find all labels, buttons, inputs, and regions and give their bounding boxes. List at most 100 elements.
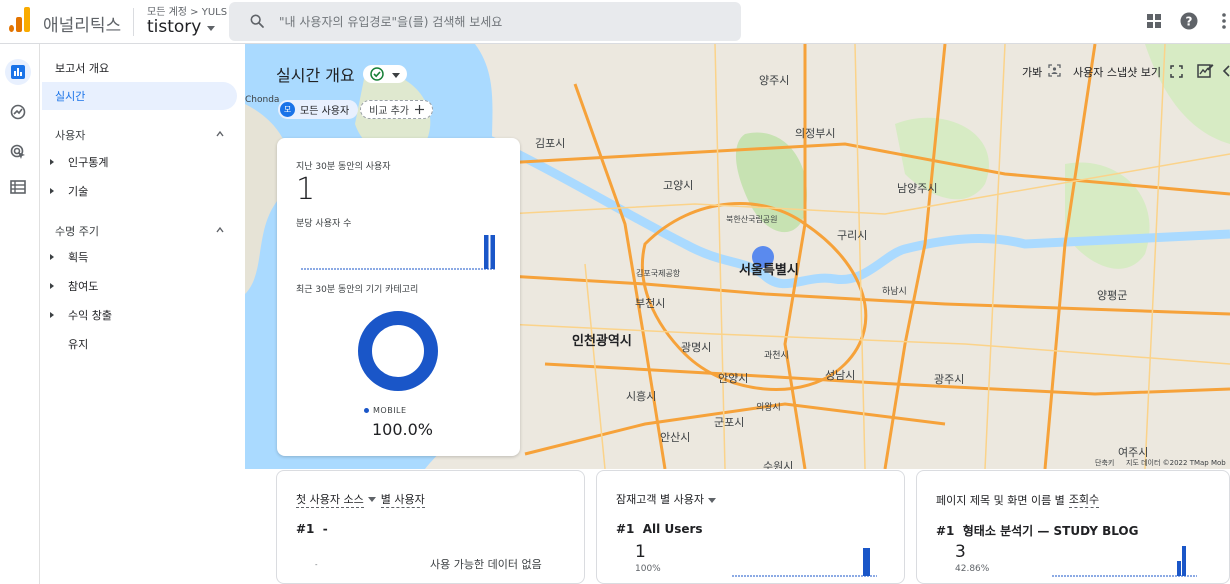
map-label-gunpo: 군포시 (714, 416, 745, 429)
segment-chip-all-users[interactable]: 모 모든 사용자 (278, 100, 359, 119)
chevron-down-icon[interactable] (707, 497, 716, 503)
rank-number: #1 (616, 522, 635, 536)
left-nav-rail (0, 44, 40, 584)
chevron-up-icon[interactable] (216, 130, 224, 138)
map-footer-shortcuts[interactable]: 단축키 (1095, 458, 1114, 468)
metric-label: 별 사용자 (380, 493, 425, 508)
plus-icon (414, 105, 424, 114)
map-label-goyang: 고양시 (663, 179, 694, 192)
focus-person-icon[interactable] (1048, 64, 1061, 77)
card-first-user-source: 첫 사용자 소스 별 사용자 #1 - - 사용 가능한 데이터 없음 (276, 470, 585, 584)
customize-report-icon[interactable] (1197, 63, 1214, 79)
card-title[interactable]: 페이지 제목 및 화면 이름 별 조회수 (936, 491, 1100, 508)
minute-bar[interactable] (490, 235, 496, 269)
chevron-up-icon[interactable] (216, 226, 224, 234)
card-audience-users: 잠재고객 별 사용자 #1 All Users 1 100% (596, 470, 905, 584)
donut-slice-mobile (358, 311, 438, 391)
users-per-minute-label: 분당 사용자 수 (296, 219, 352, 229)
map-label-seoul: 서울특별시 (739, 263, 799, 278)
device-donut-chart[interactable] (357, 310, 439, 392)
chevron-down-icon[interactable] (367, 497, 376, 502)
map-label-gwangju: 광주시 (934, 373, 965, 386)
status-dropdown[interactable] (362, 65, 407, 83)
header-divider (133, 8, 134, 36)
rail-explore-button[interactable] (5, 99, 31, 125)
sidebar-item-realtime[interactable]: 실시간 (42, 82, 237, 110)
property-name: tistory (147, 17, 202, 37)
map-label-uijeongbu: 의정부시 (795, 127, 836, 140)
dimension-label: 페이지 제목 및 화면 이름 별 (936, 493, 1065, 507)
account-breadcrumb[interactable]: 모든 계정 > YULS (147, 3, 227, 18)
top-rank: #1 - (296, 522, 328, 536)
sidebar-item-label: 기술 (68, 185, 89, 198)
property-selector[interactable]: tistory (147, 17, 216, 37)
card-title[interactable]: 첫 사용자 소스 별 사용자 (296, 491, 425, 508)
sidebar-item-retention[interactable]: 유지 (40, 330, 230, 358)
realtime-users-card: 지난 30분 동안의 사용자 1 분당 사용자 수 최근 30분 동안의 기기 … (277, 138, 520, 456)
rank-percentage: 42.86% (955, 564, 990, 574)
add-comparison-label: 비교 추가 (369, 106, 409, 117)
card-title[interactable]: 잠재고객 별 사용자 (616, 491, 716, 507)
map-footer-copyright: 지도 데이터 ©2022 TMap Mob (1126, 459, 1226, 467)
dimension-selector[interactable]: 첫 사용자 소스 (296, 491, 364, 508)
share-icon[interactable] (1222, 64, 1230, 78)
sidebar-item-demographics[interactable]: 인구통계 (40, 148, 230, 176)
sidebar-item-monetization[interactable]: 수익 창출 (40, 301, 230, 329)
sparkline-chart[interactable] (1052, 543, 1197, 578)
fullscreen-icon[interactable] (1170, 65, 1183, 78)
legend-mobile: MOBILE (373, 406, 407, 415)
map-label-guri: 구리시 (837, 229, 868, 242)
map-label-namyangju: 남양주시 (897, 182, 938, 195)
dimension-selector[interactable]: 잠재고객 별 사용자 (616, 491, 704, 507)
rank-number: #1 (296, 522, 315, 536)
map-label-yangju: 양주시 (759, 74, 790, 87)
more-vert-icon[interactable] (1215, 12, 1230, 30)
map-label-bukhansan: 북한산국립공원 (726, 215, 778, 224)
chevron-down-icon (207, 25, 216, 31)
sidebar-item-label: 수익 창출 (68, 309, 112, 322)
sidebar-section-lifecycle[interactable]: 수명 주기 (55, 223, 99, 239)
sidebar-item-acquisition[interactable]: 획득 (40, 243, 230, 271)
rank-item: 형태소 분석기 — STUDY BLOG (962, 524, 1139, 538)
expand-arrow-icon (50, 283, 54, 289)
user-snapshot-label: 사용자 스냅샷 보기 (1073, 66, 1161, 79)
expand-arrow-icon (50, 188, 54, 194)
list-table-icon (10, 180, 26, 194)
sidebar-item-engagement[interactable]: 참여도 (40, 272, 230, 300)
map-label-chonda: Chonda (245, 95, 280, 105)
explore-chart-icon (10, 104, 26, 120)
sidebar-item-tech[interactable]: 기술 (40, 177, 230, 205)
sidebar-item-reports-overview[interactable]: 보고서 개요 (55, 54, 109, 82)
app-name: 애널리틱스 (43, 16, 122, 36)
apps-grid-icon[interactable] (1145, 12, 1163, 30)
search-input[interactable] (279, 2, 719, 41)
user-snapshot-button[interactable]: 사용자 스냅샷 보기 (1073, 62, 1161, 82)
users-per-minute-chart[interactable] (301, 234, 496, 270)
metric-label[interactable]: 조회수 (1068, 491, 1100, 508)
rail-reports-button[interactable] (5, 59, 31, 85)
map-label-gwacheon: 과천시 (764, 351, 789, 361)
rail-advertising-button[interactable] (5, 139, 31, 165)
minute-bar[interactable] (484, 235, 489, 269)
map-label-suwon: 수원시 (763, 460, 794, 469)
users-30min-value: 1 (296, 172, 316, 207)
device-percentage: 100.0% (372, 420, 434, 439)
sidebar-item-label: 실시간 (55, 90, 86, 103)
segment-badge: 모 (280, 102, 295, 117)
add-comparison-button[interactable]: 비교 추가 (360, 100, 433, 119)
target-cursor-icon (10, 144, 25, 159)
search-bar[interactable] (229, 2, 741, 41)
expand-arrow-icon (50, 312, 54, 318)
help-icon[interactable]: ? (1180, 12, 1198, 30)
device-category-label: 최근 30분 동안의 기기 카테고리 (296, 285, 419, 295)
expand-arrow-icon (50, 254, 54, 260)
sidebar-section-user[interactable]: 사용자 (55, 127, 85, 143)
sidebar-item-label: 참여도 (68, 280, 99, 293)
sparkline-chart[interactable] (732, 543, 877, 578)
sidebar-item-label: 획득 (68, 251, 89, 264)
card-page-title-views: 페이지 제목 및 화면 이름 별 조회수 #1 형태소 분석기 — STUDY … (916, 470, 1230, 584)
analytics-logo-icon[interactable] (9, 7, 31, 32)
rail-configure-button[interactable] (5, 174, 31, 200)
map-label-seongnam: 성남시 (825, 369, 856, 382)
map-label-ansan: 안산시 (660, 431, 691, 444)
